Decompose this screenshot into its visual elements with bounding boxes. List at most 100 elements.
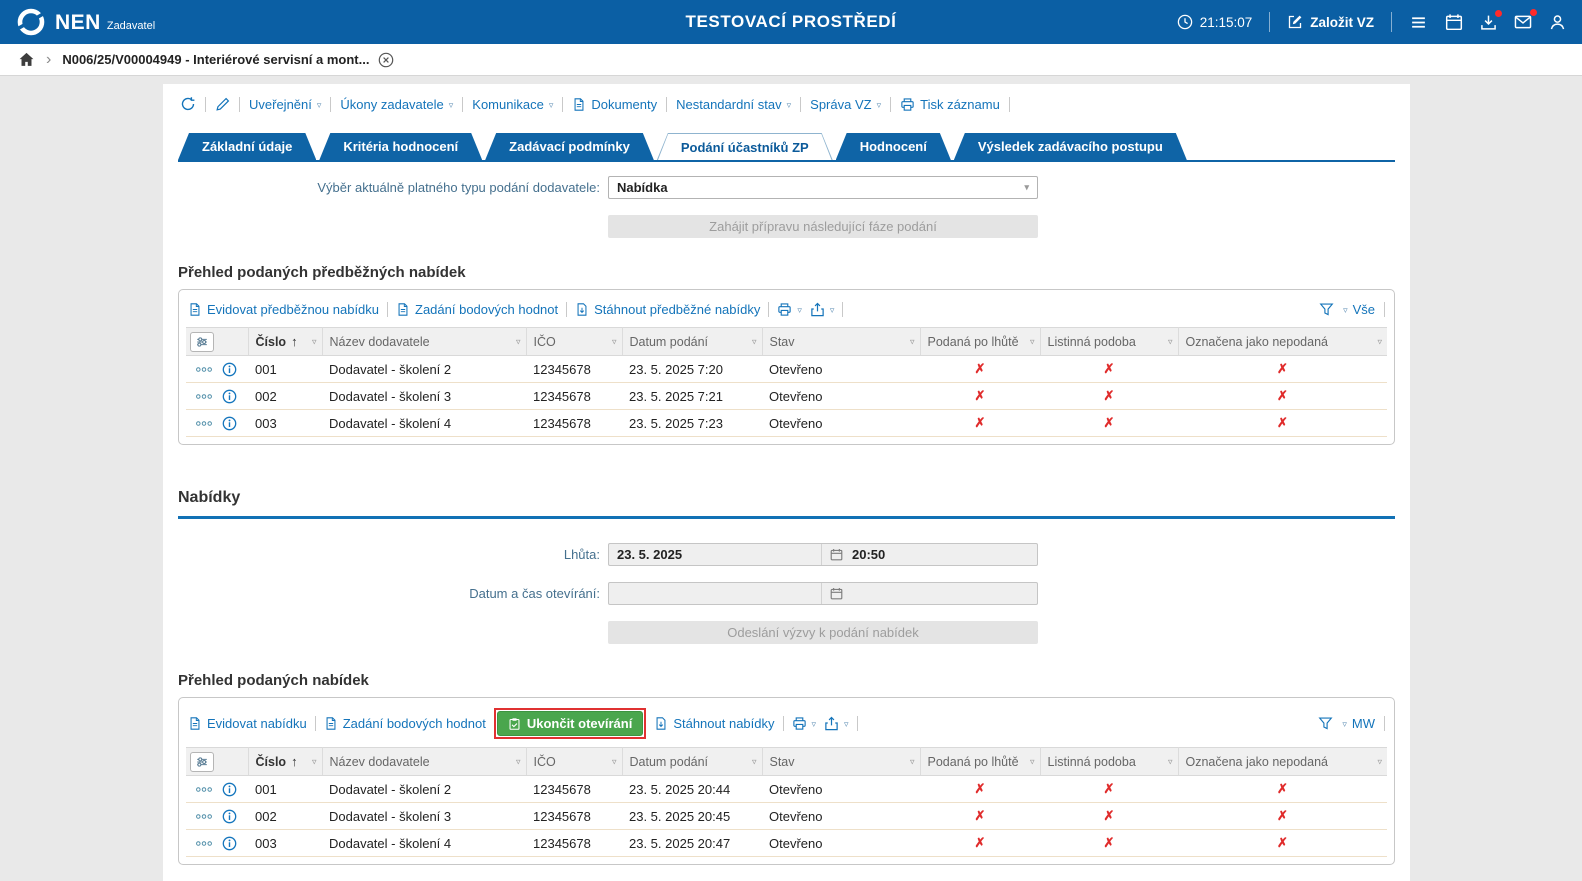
- stahnout-predbezne-nabidky-button[interactable]: Stáhnout předběžné nabídky: [575, 302, 760, 317]
- offers-toolbar: Evidovat nabídku Zadání bodových hodnot …: [186, 705, 1387, 747]
- profile-button[interactable]: [1549, 14, 1566, 31]
- offers-table: Číslo ↑ ▿ Název dodavatele ▿ IČO ▿ Datum pod…: [186, 747, 1387, 857]
- col-header-ico[interactable]: IČO ▿: [526, 327, 623, 356]
- row-actions-icon[interactable]: [195, 813, 213, 820]
- row-actions-icon[interactable]: [195, 840, 213, 847]
- view-selector-label: Vše: [1352, 302, 1375, 317]
- col-header-datum[interactable]: Datum podání ▿: [622, 747, 763, 776]
- next-phase-button[interactable]: Zahájit přípravu následující fáze podání: [608, 215, 1038, 238]
- nen-brand[interactable]: NEN Zadavatel: [16, 7, 155, 37]
- export-table-button[interactable]: ▿: [824, 716, 849, 731]
- tab-vysledek-zadavaciho-postupu[interactable]: Výsledek zadávacího postupu: [954, 133, 1187, 160]
- column-settings-button[interactable]: [190, 751, 214, 772]
- chevron-down-icon: ▿: [876, 99, 882, 110]
- menu-tisk-zaznamu[interactable]: Tisk záznamu: [900, 97, 1000, 112]
- history-button[interactable]: [180, 96, 196, 112]
- cell-podana-po-lhute-x: ✗: [920, 775, 1040, 803]
- menu-uverejneni[interactable]: Uveřejnění ▿: [249, 97, 321, 112]
- print-table-button[interactable]: ▿: [792, 716, 816, 731]
- opening-datetime-label: Datum a čas otevírání:: [469, 586, 600, 601]
- cell-cislo: 001: [248, 355, 322, 383]
- column-settings-button[interactable]: [190, 331, 214, 352]
- cell-cislo: 003: [248, 829, 322, 857]
- print-table-button[interactable]: ▿: [777, 302, 802, 317]
- col-header-cislo[interactable]: Číslo ↑ ▿: [248, 327, 323, 356]
- row-actions-icon[interactable]: [195, 420, 213, 427]
- stahnout-nabidky-button[interactable]: Stáhnout nabídky: [654, 716, 775, 731]
- row-actions-icon[interactable]: [195, 393, 213, 400]
- filter-funnel-button[interactable]: [1318, 716, 1333, 731]
- row-info-icon[interactable]: [222, 389, 237, 404]
- calendar-button[interactable]: [1445, 13, 1463, 31]
- clipboard-check-icon: [508, 717, 521, 731]
- clock-time: 21:15:07: [1199, 14, 1253, 30]
- col-header-po-lhute[interactable]: Podaná po lhůtě ▿: [920, 327, 1041, 356]
- col-header-nepodana[interactable]: Označena jako nepodaná ▿: [1178, 327, 1387, 356]
- messages-button[interactable]: [1514, 9, 1537, 31]
- tab-kriteria-hodnoceni[interactable]: Kritéria hodnocení: [319, 133, 482, 160]
- tab-zakladni-udaje[interactable]: Základní údaje: [178, 133, 316, 160]
- col-header-listinna[interactable]: Listinná podoba ▿: [1040, 327, 1179, 356]
- row-info-icon[interactable]: [222, 416, 237, 431]
- col-header-stav[interactable]: Stav ▿: [762, 327, 921, 356]
- send-invitation-button[interactable]: Odeslání výzvy k podání nabídek: [608, 621, 1038, 644]
- col-header-nazev[interactable]: Název dodavatele ▿: [322, 747, 527, 776]
- col-header-cislo[interactable]: Číslo ↑ ▿: [248, 747, 323, 776]
- home-button[interactable]: [18, 51, 35, 68]
- filter-chevron-icon: ▿: [751, 756, 757, 766]
- close-record-icon[interactable]: [378, 52, 394, 68]
- topbar: NEN Zadavatel TESTOVACÍ PROSTŘEDÍ 21:15:…: [0, 0, 1582, 44]
- divider: [842, 302, 844, 317]
- calendar-icon[interactable]: [830, 587, 843, 600]
- menu-button[interactable]: [1409, 14, 1428, 31]
- breadcrumb-record-tab[interactable]: N006/25/V00004949 - Interiérové servisní…: [62, 52, 394, 68]
- row-actions-icon[interactable]: [195, 366, 213, 373]
- submission-type-select[interactable]: Nabídka ▾: [608, 176, 1038, 199]
- row-actions-icon[interactable]: [195, 786, 213, 793]
- divider: [800, 96, 802, 112]
- downloads-button[interactable]: [1480, 9, 1502, 31]
- calendar-icon[interactable]: [830, 548, 843, 561]
- evidovat-nabidku-button[interactable]: Evidovat nabídku: [188, 716, 307, 731]
- menu-dokumenty[interactable]: Dokumenty: [572, 97, 657, 112]
- row-info-icon[interactable]: [222, 809, 237, 824]
- tab-hodnoceni[interactable]: Hodnocení: [836, 133, 951, 160]
- edit-button[interactable]: [215, 97, 230, 112]
- export-table-button[interactable]: ▿: [810, 302, 834, 317]
- menu-sprava-vz[interactable]: Správa VZ ▿: [810, 97, 881, 112]
- chevron-down-icon: ▿: [548, 99, 554, 110]
- breadcrumb: › N006/25/V00004949 - Interiérové servis…: [0, 44, 1582, 76]
- menu-nestandardni-stav[interactable]: Nestandardní stav ▿: [676, 97, 791, 112]
- col-header-po-lhute[interactable]: Podaná po lhůtě ▿: [920, 747, 1041, 776]
- zalozit-vz-button[interactable]: Založit VZ: [1287, 14, 1374, 30]
- offer-row: 001 Dodavatel - školení 2 12345678 23. 5…: [186, 775, 1387, 803]
- col-header-nazev[interactable]: Název dodavatele ▿: [322, 327, 527, 356]
- opening-datetime-field[interactable]: [608, 582, 1038, 605]
- offer-row: 003 Dodavatel - školení 4 12345678 23. 5…: [186, 829, 1387, 857]
- tab-zadavaci-podminky[interactable]: Zadávací podmínky: [485, 133, 654, 160]
- row-info-icon[interactable]: [222, 782, 237, 797]
- chevron-down-icon: ▿: [1342, 719, 1347, 729]
- zadani-bodovych-hodnot-button[interactable]: Zadání bodových hodnot: [396, 302, 558, 317]
- col-header-nepodana[interactable]: Označena jako nepodaná ▿: [1178, 747, 1387, 776]
- menu-ukony-zadavatele[interactable]: Úkony zadavatele ▿: [340, 97, 453, 112]
- menu-komunikace[interactable]: Komunikace ▿: [472, 97, 553, 112]
- zadani-bodovych-hodnot-button[interactable]: Zadání bodových hodnot: [324, 716, 486, 731]
- deadline-field[interactable]: 23. 5. 2025 20:50: [608, 543, 1038, 566]
- col-header-datum[interactable]: Datum podání ▿: [622, 327, 763, 356]
- evidovat-predbeznou-nabidku-button[interactable]: Evidovat předběžnou nabídku: [188, 302, 379, 317]
- submission-type-value: Nabídka: [617, 180, 668, 195]
- preliminary-offers-title: Přehled podaných předběžných nabídek: [178, 264, 466, 281]
- row-info-icon[interactable]: [222, 362, 237, 377]
- ukoncit-oteviranî-button[interactable]: Ukončit otevírání: [496, 711, 644, 736]
- row-info-icon[interactable]: [222, 836, 237, 851]
- filter-funnel-button[interactable]: [1319, 302, 1334, 317]
- cell-nazev-dodavatele: Dodavatel - školení 4: [322, 829, 526, 857]
- tab-podani-ucastniku-zp[interactable]: Podání účastníků ZP: [657, 133, 833, 160]
- cell-cislo: 002: [248, 802, 322, 830]
- view-selector[interactable]: ▿ Vše: [1343, 302, 1375, 317]
- view-selector[interactable]: ▿ MW: [1342, 716, 1375, 731]
- col-header-ico[interactable]: IČO ▿: [526, 747, 623, 776]
- col-header-listinna[interactable]: Listinná podoba ▿: [1040, 747, 1179, 776]
- col-header-stav[interactable]: Stav ▿: [762, 747, 921, 776]
